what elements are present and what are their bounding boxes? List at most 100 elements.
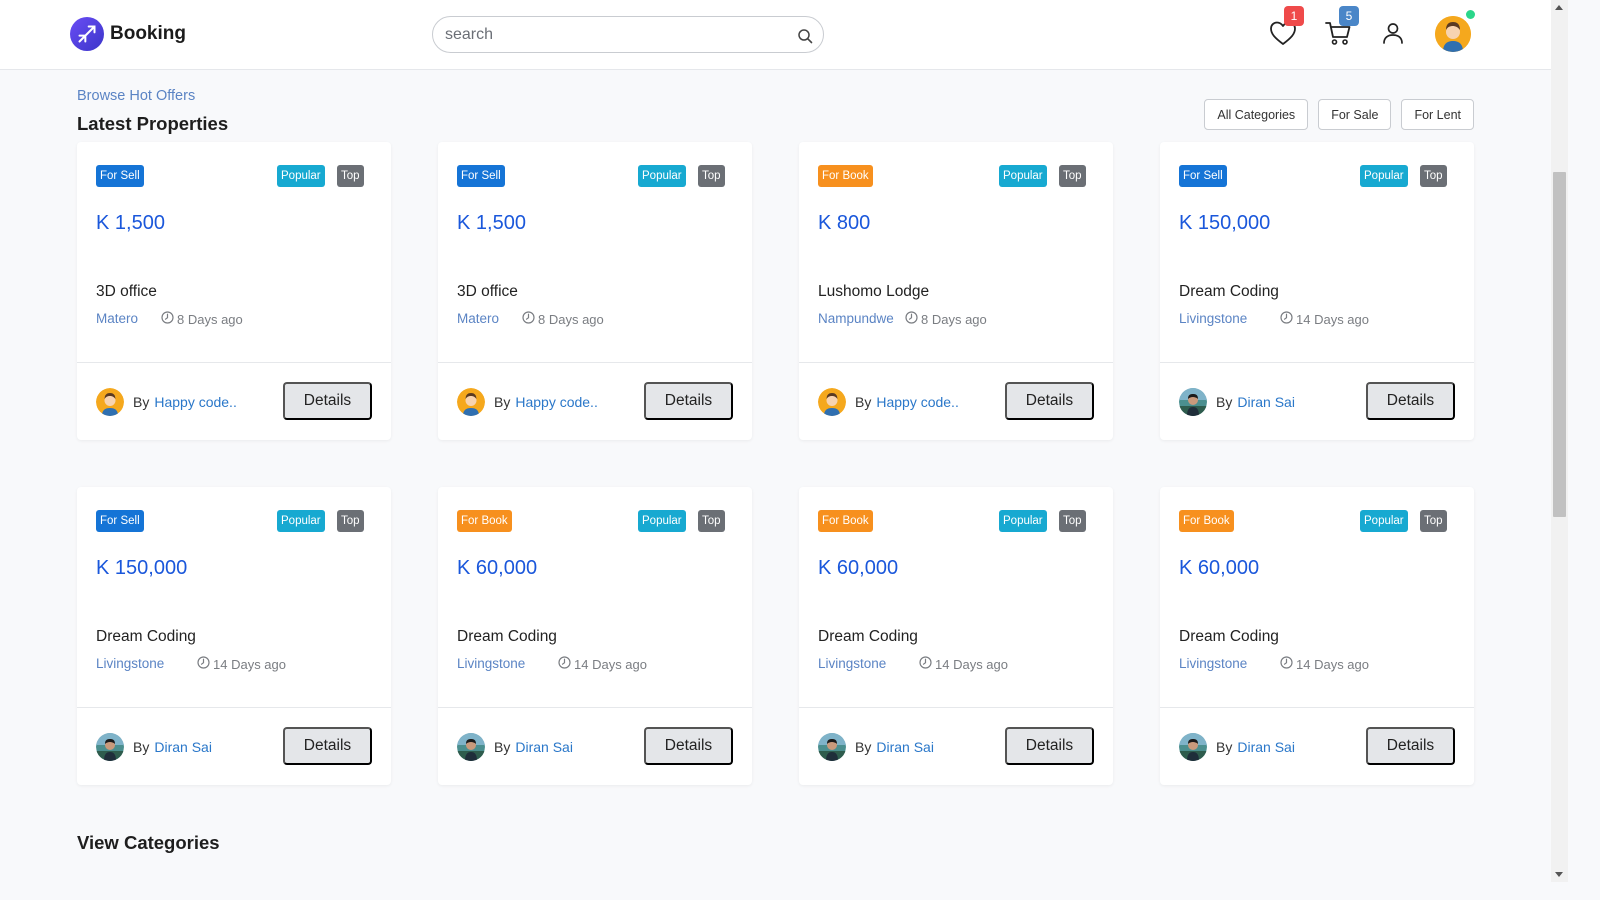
section-subtitle: Browse Hot Offers [77, 88, 196, 104]
property-title[interactable]: Dream Coding [818, 628, 918, 646]
page-scrollbar[interactable] [1551, 0, 1568, 882]
property-title[interactable]: Dream Coding [1179, 283, 1279, 301]
owner-by-label: By [855, 739, 872, 755]
property-location[interactable]: Livingstone [818, 656, 886, 671]
top-badge: Top [1420, 165, 1447, 187]
clock-icon [161, 311, 174, 327]
owner-name-link[interactable]: Happy code.. [876, 394, 959, 410]
owner-info: By Diran Sai [818, 733, 934, 761]
posted-time: 8 Days ago [522, 311, 604, 327]
property-card[interactable]: For Sell Popular Top K 150,000 Dream Cod… [1160, 142, 1474, 440]
cart-button[interactable]: 5 [1323, 6, 1359, 50]
property-grid: For Sell Popular Top K 1,500 3D office M… [77, 142, 1475, 785]
details-button[interactable]: Details [1005, 382, 1094, 420]
status-badge: For Book [457, 510, 512, 532]
popular-badge: Popular [277, 510, 325, 532]
property-location[interactable]: Matero [96, 311, 138, 326]
posted-time-text: 14 Days ago [574, 656, 647, 672]
filter-for-lent[interactable]: For Lent [1401, 99, 1474, 130]
property-location[interactable]: Livingstone [1179, 311, 1247, 326]
card-body: For Book Popular Top K 60,000 Dream Codi… [1160, 487, 1474, 708]
popular-badge: Popular [999, 510, 1047, 532]
owner-name-link[interactable]: Happy code.. [154, 394, 237, 410]
owner-info: By Diran Sai [457, 733, 573, 761]
property-card[interactable]: For Sell Popular Top K 1,500 3D office M… [438, 142, 752, 440]
posted-time: 14 Days ago [919, 656, 1008, 672]
scroll-down-arrow-icon[interactable] [1555, 872, 1563, 877]
property-title[interactable]: 3D office [96, 283, 157, 301]
account-button[interactable] [1378, 20, 1408, 50]
card-body: For Book Popular Top K 60,000 Dream Codi… [799, 487, 1113, 708]
details-button[interactable]: Details [1005, 727, 1094, 765]
owner-by-label: By [494, 739, 511, 755]
search-input[interactable] [445, 25, 785, 45]
scrollbar-thumb[interactable] [1553, 172, 1566, 517]
favorites-button[interactable]: 1 [1268, 6, 1304, 50]
search-icon[interactable] [795, 26, 815, 46]
owner-info: By Happy code.. [457, 388, 598, 416]
popular-badge: Popular [638, 165, 686, 187]
property-title[interactable]: Dream Coding [457, 628, 557, 646]
filter-for-sale[interactable]: For Sale [1318, 99, 1392, 130]
favorites-count-badge: 1 [1284, 6, 1304, 26]
owner-by-label: By [494, 394, 511, 410]
filter-all-categories[interactable]: All Categories [1204, 99, 1309, 130]
owner-name-link[interactable]: Diran Sai [1237, 394, 1295, 410]
cart-count-badge: 5 [1339, 6, 1359, 26]
clock-icon [522, 311, 535, 327]
search-bar [432, 16, 824, 53]
posted-time-text: 14 Days ago [213, 656, 286, 672]
details-button[interactable]: Details [644, 727, 733, 765]
posted-time-text: 8 Days ago [177, 311, 243, 327]
property-location[interactable]: Matero [457, 311, 499, 326]
details-button[interactable]: Details [1366, 382, 1455, 420]
owner-name-link[interactable]: Diran Sai [515, 739, 573, 755]
property-card[interactable]: For Book Popular Top K 60,000 Dream Codi… [799, 487, 1113, 785]
property-title[interactable]: Dream Coding [1179, 628, 1279, 646]
popular-badge: Popular [999, 165, 1047, 187]
clock-icon [919, 656, 932, 672]
plane-logo-icon [70, 17, 104, 51]
profile-avatar[interactable] [1435, 10, 1475, 52]
property-location[interactable]: Nampundwe [818, 311, 894, 326]
property-card[interactable]: For Sell Popular Top K 1,500 3D office M… [77, 142, 391, 440]
status-badge: For Sell [457, 165, 505, 187]
status-badge: For Sell [96, 165, 144, 187]
card-body: For Sell Popular Top K 150,000 Dream Cod… [1160, 142, 1474, 363]
posted-time-text: 14 Days ago [1296, 311, 1369, 327]
property-card[interactable]: For Book Popular Top K 60,000 Dream Codi… [1160, 487, 1474, 785]
owner-name-link[interactable]: Diran Sai [1237, 739, 1295, 755]
details-button[interactable]: Details [283, 382, 372, 420]
property-title[interactable]: 3D office [457, 283, 518, 301]
status-badge: For Sell [96, 510, 144, 532]
status-badge: For Book [818, 510, 873, 532]
owner-name-link[interactable]: Diran Sai [154, 739, 212, 755]
top-badge: Top [337, 165, 364, 187]
owner-by-label: By [133, 739, 150, 755]
brand-logo[interactable]: Booking [70, 17, 186, 51]
scroll-up-arrow-icon[interactable] [1555, 5, 1563, 10]
property-title[interactable]: Lushomo Lodge [818, 283, 929, 301]
property-location[interactable]: Livingstone [96, 656, 164, 671]
property-price: K 1,500 [457, 212, 526, 234]
property-location[interactable]: Livingstone [1179, 656, 1247, 671]
top-badge: Top [698, 510, 725, 532]
top-badge: Top [1420, 510, 1447, 532]
property-card[interactable]: For Book Popular Top K 800 Lushomo Lodge… [799, 142, 1113, 440]
posted-time-text: 8 Days ago [921, 311, 987, 327]
property-card[interactable]: For Book Popular Top K 60,000 Dream Codi… [438, 487, 752, 785]
property-card[interactable]: For Sell Popular Top K 150,000 Dream Cod… [77, 487, 391, 785]
posted-time: 14 Days ago [558, 656, 647, 672]
posted-time: 14 Days ago [197, 656, 286, 672]
avatar [96, 733, 124, 761]
property-location[interactable]: Livingstone [457, 656, 525, 671]
details-button[interactable]: Details [1366, 727, 1455, 765]
property-title[interactable]: Dream Coding [96, 628, 196, 646]
top-badge: Top [698, 165, 725, 187]
clock-icon [558, 656, 571, 672]
details-button[interactable]: Details [644, 382, 733, 420]
property-price: K 60,000 [818, 557, 899, 579]
details-button[interactable]: Details [283, 727, 372, 765]
owner-name-link[interactable]: Happy code.. [515, 394, 598, 410]
owner-name-link[interactable]: Diran Sai [876, 739, 934, 755]
